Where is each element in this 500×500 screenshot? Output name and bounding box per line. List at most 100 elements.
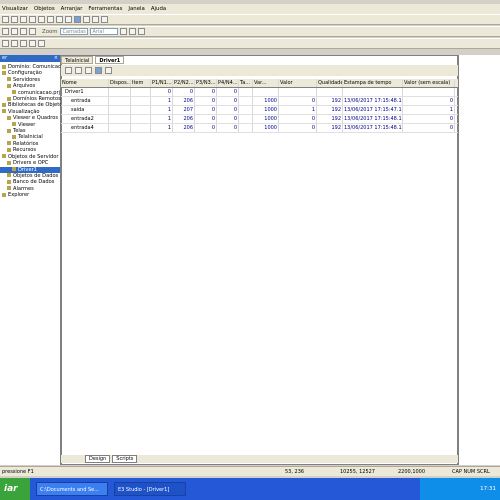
open-icon[interactable] bbox=[11, 16, 18, 23]
tab-driver1[interactable]: Driver1 bbox=[95, 56, 125, 64]
start-button[interactable]: iar bbox=[0, 478, 30, 500]
italic-icon[interactable] bbox=[128, 28, 136, 35]
folder-icon bbox=[12, 134, 16, 139]
view-tabs: Design Scripts bbox=[61, 455, 458, 463]
bold-icon[interactable] bbox=[119, 28, 127, 35]
config-icon[interactable] bbox=[105, 67, 112, 74]
cut-icon[interactable] bbox=[29, 16, 36, 23]
task-e3-studio[interactable]: E3 Studio - [Driver1] bbox=[114, 482, 186, 496]
stop-icon[interactable] bbox=[92, 16, 99, 23]
text-icon[interactable] bbox=[29, 40, 36, 47]
status-bar: pressione F1 53, 236 10255, 12527 2200,1… bbox=[0, 466, 500, 476]
task-explorer[interactable]: C:\Documents and Se... bbox=[36, 482, 108, 496]
rectangle-icon[interactable] bbox=[11, 40, 18, 47]
column-header[interactable]: Estampa de tempo bbox=[343, 79, 403, 87]
line-icon[interactable] bbox=[2, 40, 9, 47]
menu-objetos[interactable]: Objetos bbox=[34, 6, 55, 12]
play-icon[interactable] bbox=[95, 67, 102, 74]
properties-panel bbox=[458, 55, 500, 465]
table-cell bbox=[109, 106, 131, 114]
menu-arranjar[interactable]: Arranjar bbox=[61, 6, 83, 12]
tree-item-label: TelaInicial bbox=[18, 134, 43, 141]
align-left-icon[interactable] bbox=[2, 28, 9, 35]
table-cell: 1 bbox=[151, 97, 173, 105]
close-icon[interactable]: × bbox=[54, 55, 58, 62]
table-cell: 0 bbox=[279, 97, 317, 105]
toolbar-drawing bbox=[0, 38, 500, 49]
toolbar-format: Zoom Camadas Arial bbox=[0, 26, 500, 37]
toolbar-standard bbox=[0, 14, 500, 25]
table-cell: 1 bbox=[279, 106, 317, 114]
column-header[interactable]: Ta... bbox=[239, 79, 253, 87]
column-header[interactable]: P3/N3... bbox=[195, 79, 217, 87]
tree-item-label: Viewer e Quadros bbox=[13, 115, 59, 122]
taskbar: iar C:\Documents and Se... E3 Studio - [… bbox=[0, 478, 500, 500]
column-header[interactable]: P1/N1... bbox=[151, 79, 173, 87]
table-cell: entrada2 bbox=[61, 115, 109, 123]
undo-icon[interactable] bbox=[56, 16, 63, 23]
table-cell bbox=[403, 88, 455, 96]
column-header[interactable]: P4/N4... bbox=[217, 79, 239, 87]
tree-item-label: Domínios Remotos bbox=[13, 96, 61, 103]
font-dropdown[interactable]: Arial bbox=[89, 28, 118, 35]
ellipse-icon[interactable] bbox=[20, 40, 27, 47]
column-header[interactable]: P2/N2... bbox=[173, 79, 195, 87]
column-header[interactable]: Valor bbox=[279, 79, 317, 87]
table-row[interactable]: saida 1 207 0 0 1000 1 192 13/06/2017 17:15:47.1… bbox=[61, 106, 458, 115]
tree-item-label: Recursos bbox=[13, 147, 36, 154]
zoom-label[interactable]: Zoom bbox=[42, 29, 58, 35]
column-header[interactable]: Item bbox=[131, 79, 151, 87]
table-row[interactable]: entrada2 1 206 0 0 1000 0 192 13/06/2017 17:15:4… bbox=[61, 115, 458, 124]
save-icon[interactable] bbox=[20, 16, 27, 23]
table-cell bbox=[109, 124, 131, 132]
folder-icon bbox=[2, 154, 6, 159]
help-icon[interactable] bbox=[101, 16, 108, 23]
table-cell: 0 bbox=[151, 88, 173, 96]
table-cell: 0 bbox=[403, 124, 455, 132]
align-center-icon[interactable] bbox=[11, 28, 18, 35]
tree-item-label: Visualização bbox=[8, 108, 40, 115]
run-icon[interactable] bbox=[83, 16, 90, 23]
new-icon[interactable] bbox=[2, 16, 9, 23]
column-header[interactable]: Var... bbox=[253, 79, 279, 87]
menu-ferramentas[interactable]: Ferramentas bbox=[88, 6, 122, 12]
select-icon[interactable] bbox=[74, 16, 81, 23]
group-icon[interactable] bbox=[29, 28, 36, 35]
table-row[interactable]: entrada4 1 206 0 0 1000 0 192 13/06/2017 17:15:4… bbox=[61, 124, 458, 133]
column-header[interactable]: Nome bbox=[61, 79, 109, 87]
paste-icon[interactable] bbox=[47, 16, 54, 23]
menu-ajuda[interactable]: Ajuda bbox=[151, 6, 166, 12]
table-cell: 206 bbox=[173, 97, 195, 105]
folder-icon bbox=[7, 186, 11, 191]
folder-icon bbox=[7, 115, 11, 120]
table-cell: 0 bbox=[195, 97, 217, 105]
tab-telainicial[interactable]: TelaInicial bbox=[61, 56, 94, 64]
tab-scripts[interactable]: Scripts bbox=[112, 455, 138, 463]
menu-visualizar[interactable]: Visualizar bbox=[2, 6, 28, 12]
menu-janela[interactable]: Janela bbox=[128, 6, 144, 12]
tab-design[interactable]: Design bbox=[85, 455, 111, 463]
folder-icon bbox=[2, 109, 6, 114]
column-header[interactable]: Dispos... bbox=[109, 79, 131, 87]
table-row[interactable]: Driver1 0 0 0 0 bbox=[61, 88, 458, 97]
add-tag-icon[interactable] bbox=[65, 67, 72, 74]
layer-dropdown[interactable]: Camadas bbox=[59, 28, 88, 35]
table-cell: 1000 bbox=[253, 97, 279, 105]
table-cell: 1000 bbox=[253, 115, 279, 123]
align-right-icon[interactable] bbox=[20, 28, 27, 35]
folder-icon bbox=[2, 70, 6, 75]
folder-icon bbox=[7, 179, 11, 184]
table-cell: 13/06/2017 17:15:48.156 bbox=[344, 115, 403, 123]
table-row[interactable]: entrada 1 206 0 0 1000 0 192 13/06/2017 17:15:48… bbox=[61, 97, 458, 106]
folder-icon bbox=[7, 96, 11, 101]
image-icon[interactable] bbox=[38, 40, 45, 47]
tree-item[interactable]: Explorer bbox=[0, 192, 60, 198]
column-header[interactable]: Qualidade bbox=[317, 79, 343, 87]
properties-icon[interactable] bbox=[85, 67, 92, 74]
copy-icon[interactable] bbox=[38, 16, 45, 23]
underline-icon[interactable] bbox=[137, 28, 145, 35]
delete-icon[interactable] bbox=[75, 67, 82, 74]
column-header[interactable]: Valor (sem escala) bbox=[403, 79, 455, 87]
table-cell: 0 bbox=[279, 115, 317, 123]
redo-icon[interactable] bbox=[65, 16, 72, 23]
